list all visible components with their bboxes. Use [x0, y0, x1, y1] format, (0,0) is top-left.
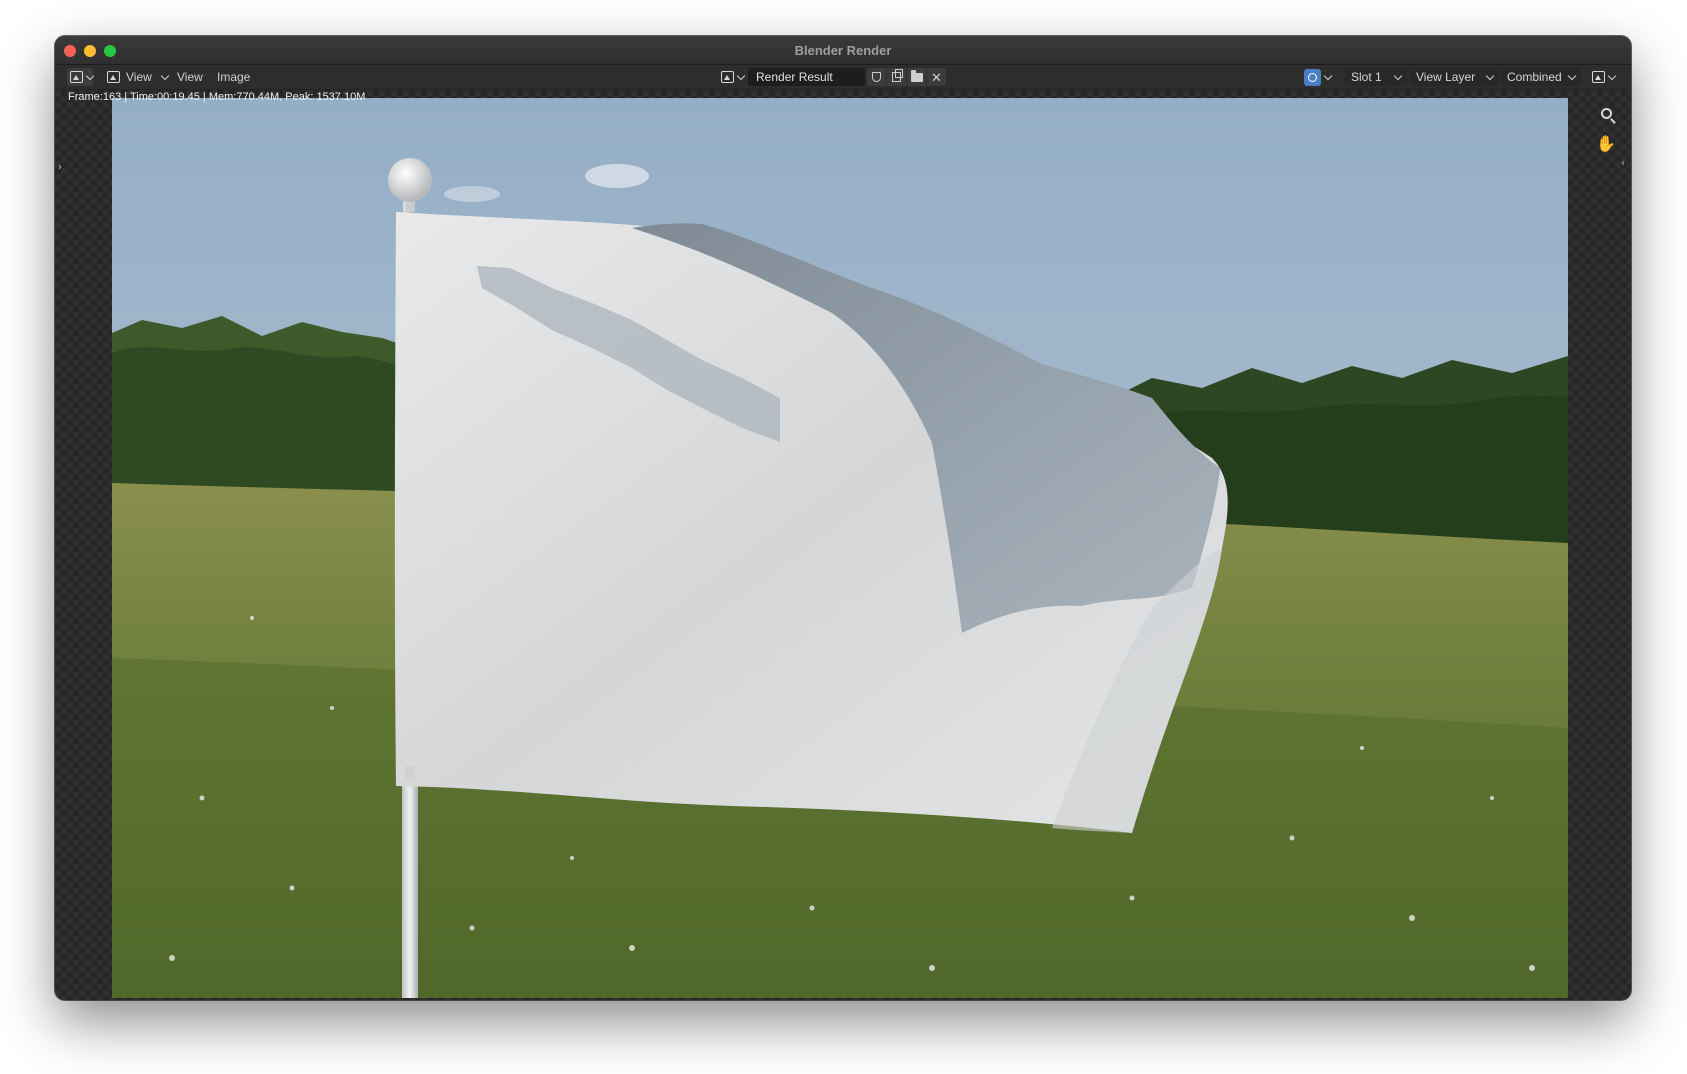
chevron-down-icon — [1607, 71, 1617, 80]
image-icon — [107, 71, 120, 83]
render-pass-label: Combined — [1507, 70, 1562, 84]
chevron-down-icon — [1393, 71, 1403, 80]
image-viewport[interactable]: › ‹ ✋ — [55, 90, 1631, 1000]
blender-render-window: Blender Render View View Image Render Re… — [55, 36, 1631, 1000]
chevron-down-icon — [1323, 71, 1333, 80]
overlays-toggle-button[interactable] — [1302, 68, 1338, 86]
chevron-down-icon — [85, 71, 95, 80]
display-channels-button[interactable] — [1589, 68, 1619, 86]
slot-dropdown[interactable]: Slot 1 — [1345, 68, 1407, 86]
image-editor-header: View View Image Render Result ✕ Slot 1 V… — [55, 65, 1631, 90]
window-title: Blender Render — [794, 43, 892, 58]
render-info-bar: Frame:163 | Time:00:19.45 | Mem:770.44M,… — [55, 90, 1631, 106]
chevron-down-icon — [1567, 71, 1577, 80]
chevron-down-icon — [736, 71, 746, 80]
editor-type-button[interactable] — [67, 68, 95, 86]
pan-tool-button[interactable]: ✋ — [1595, 132, 1617, 154]
slot-label: Slot 1 — [1351, 70, 1382, 84]
browse-image-button[interactable] — [718, 68, 746, 86]
menu-view[interactable]: View — [172, 68, 208, 86]
overlay-icon — [1304, 68, 1321, 86]
zoom-icon — [1600, 107, 1612, 119]
image-icon — [721, 71, 734, 83]
close-icon: ✕ — [931, 69, 942, 85]
menu-image[interactable]: Image — [212, 68, 255, 86]
render-result-image — [112, 98, 1568, 998]
fake-user-button[interactable] — [867, 68, 886, 86]
new-image-button[interactable] — [887, 68, 906, 86]
display-channels-icon — [1592, 71, 1605, 83]
view-layer-label: View Layer — [1416, 70, 1476, 84]
unlink-image-button[interactable]: ✕ — [927, 68, 946, 86]
shield-icon — [872, 72, 881, 82]
toolbar-toggle-icon[interactable]: › — [58, 162, 62, 173]
render-stats-text: Frame:163 | Time:00:19.45 | Mem:770.44M,… — [68, 91, 366, 103]
view-mode-label: View — [126, 70, 152, 84]
render-pass-dropdown[interactable]: Combined — [1501, 68, 1581, 86]
image-editor-icon — [70, 71, 83, 83]
image-name-field[interactable]: Render Result — [748, 68, 865, 86]
chevron-down-icon — [1485, 71, 1495, 80]
open-image-button[interactable] — [907, 68, 926, 86]
duplicate-icon — [892, 69, 903, 82]
view-layer-dropdown[interactable]: View Layer — [1410, 68, 1499, 86]
title-bar: Blender Render — [55, 36, 1631, 65]
sidebar-toggle-icon[interactable]: ‹ — [1621, 158, 1625, 169]
hand-icon: ✋ — [1596, 133, 1616, 153]
view-mode-dropdown[interactable]: View — [102, 68, 173, 86]
chevron-down-icon — [160, 71, 170, 80]
folder-icon — [910, 69, 923, 82]
